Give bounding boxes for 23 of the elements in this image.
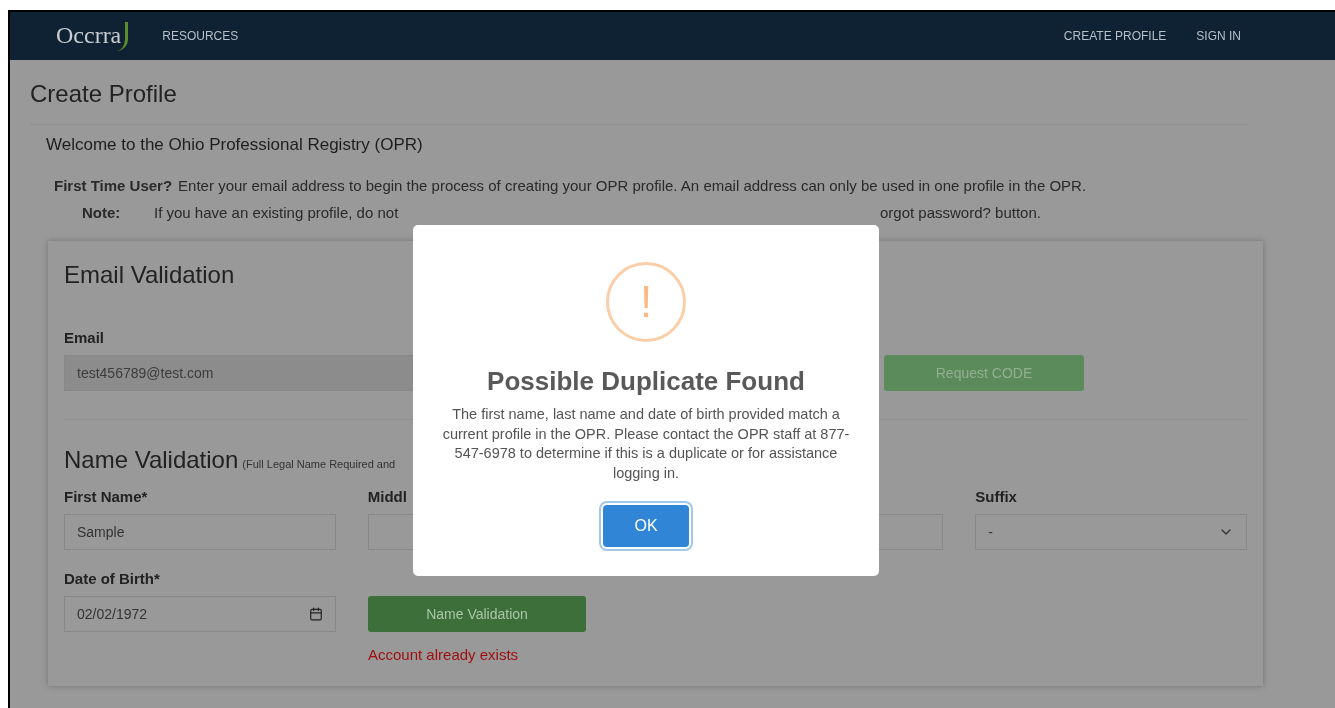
page-title: Create Profile [30,80,178,108]
note-label: Note: [82,204,122,221]
section-title: Name Validation [64,446,239,474]
field-value: Sample [77,524,125,540]
welcome-heading: Welcome to the Ohio Professional Registry (OPR) [46,135,424,155]
section-subtitle: (Full Legal Name Required and [242,458,396,470]
intro-text: Enter your email address to begin the process of creating your OPR profile. An email address can only be used in one profile in the OPR. [178,177,1087,194]
error-message: Account already exists [368,646,520,663]
section-title: Email Validation [64,261,235,289]
field-value: - [988,524,993,540]
field-label: Email [64,329,106,347]
field-value: 02/02/1972 [77,606,148,622]
field-value: test456789@test.com [77,365,214,381]
modal-title: Possible Duplicate Found [487,366,805,397]
note-text: orgot password? button. [880,204,1041,221]
field-label: Middl [367,488,407,505]
warning-icon: ! [606,262,686,342]
intro-label: First Time User? [54,177,173,194]
modal-message: The first name, last name and date of birth provided match a current profile in the OPR. Please contact the OPR staff at 877-547-6978 to determine if this is a duplicate or for assistance logging in. [441,405,851,483]
field-label: Date of Birth* [64,570,161,588]
field-label: Suffix [975,488,1017,505]
field-label: First Name* [64,488,148,505]
note-text: If you have an existing profile, do not [154,204,399,221]
